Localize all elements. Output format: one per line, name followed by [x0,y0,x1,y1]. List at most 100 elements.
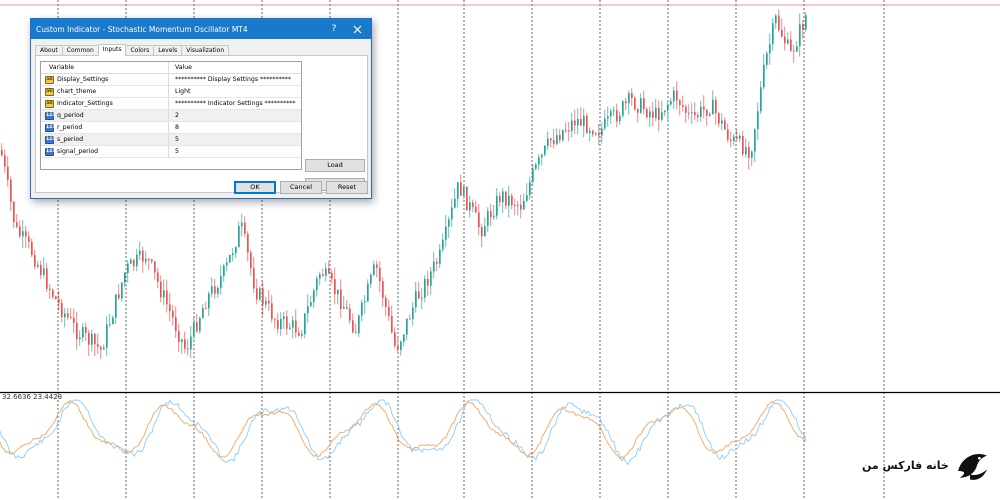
variable-value[interactable]: 8 [169,122,301,133]
bearish-candle [55,296,57,300]
bearish-candle [736,136,738,139]
bullish-candle [607,116,609,119]
bearish-candle [295,320,297,333]
bullish-candle [82,327,84,338]
bullish-candle [217,287,219,294]
brand-name: خانه فارکس من [862,458,949,472]
bearish-candle [271,303,273,320]
bearish-candle [133,259,135,267]
bullish-candle [448,219,450,227]
bullish-candle [337,289,339,295]
bullish-candle [547,138,549,146]
bearish-candle [397,345,399,351]
reset-button[interactable]: Reset [326,181,368,194]
bearish-candle [685,106,687,113]
bearish-candle [460,182,462,196]
bearish-candle [253,268,255,289]
bearish-candle [592,130,594,135]
bullish-candle [280,319,282,330]
bullish-candle [670,101,672,105]
bearish-candle [61,302,63,318]
bullish-candle [661,112,663,120]
bearish-candle [388,306,390,316]
bullish-candle [325,268,327,276]
bullish-candle [769,44,771,54]
help-button[interactable]: ? [324,19,344,39]
bullish-candle [562,130,564,141]
bullish-candle [136,254,138,267]
table-row[interactable]: ab Indicator_Settings ********** Indicat… [41,98,301,110]
bullish-candle [535,164,537,169]
bullish-candle [106,324,108,348]
string-param-icon: ab [45,75,54,84]
bullish-candle [508,195,510,206]
bearish-candle [340,289,342,309]
bearish-candle [586,115,588,134]
variable-name: q_period [57,112,84,119]
bearish-candle [634,98,636,110]
bearish-candle [46,268,48,289]
bearish-candle [730,139,732,141]
variable-value[interactable]: 2 [169,110,301,121]
bullish-candle [421,297,423,299]
table-row[interactable]: ab chart_theme Light [41,86,301,98]
bullish-candle [163,290,165,298]
bearish-candle [490,211,492,218]
bullish-candle [79,337,81,340]
bearish-candle [100,346,102,350]
ok-button[interactable]: OK [234,181,276,194]
bullish-candle [361,302,363,316]
bearish-candle [196,321,198,332]
variable-value[interactable]: ********** Indicator Settings ********** [169,98,301,109]
bearish-candle [205,307,207,309]
bullish-candle [145,258,147,262]
table-row[interactable]: 123 r_period 8 [41,122,301,134]
bearish-candle [472,202,474,207]
column-header-variable[interactable]: Variable [41,62,169,73]
bullish-candle [109,324,111,326]
bullish-candle [523,200,525,210]
bearish-candle [499,196,501,203]
bearish-candle [151,259,153,262]
bearish-candle [418,291,420,299]
bearish-candle [331,273,333,280]
indicator-value-readout: 32.6636 23.4429 [2,393,63,401]
table-row[interactable]: ab Display_Settings ********** Display S… [41,74,301,86]
bearish-candle [505,191,507,206]
bullish-candle [712,99,714,115]
variable-value[interactable]: 5 [169,134,301,145]
bullish-candle [766,53,768,65]
bullish-candle [424,278,426,298]
bearish-candle [352,320,354,333]
bullish-candle [544,145,546,155]
close-icon[interactable] [347,19,367,39]
bearish-candle [154,261,156,273]
column-header-value[interactable]: Value [169,62,301,73]
bullish-candle [358,315,360,334]
bullish-candle [454,198,456,208]
bearish-candle [94,333,96,345]
table-row[interactable]: 123 signal_period 5 [41,146,301,158]
dialog-titlebar[interactable]: Custom Indicator - Stochastic Momentum O… [31,19,371,39]
bullish-candle [442,239,444,250]
bearish-candle [394,332,396,346]
string-param-icon: ab [45,99,54,108]
bullish-candle [610,111,612,117]
inputs-panel: Variable Value ab Display_Settings *****… [35,55,368,193]
bullish-candle [628,93,630,104]
bearish-candle [475,206,477,213]
bullish-candle [220,276,222,288]
cancel-button[interactable]: Cancel [280,181,322,194]
bearish-candle [652,111,654,118]
variable-value[interactable]: 5 [169,146,301,157]
table-row[interactable]: 123 s_period 5 [41,134,301,146]
bullish-candle [433,261,435,272]
load-button[interactable]: Load [305,159,365,172]
tab-inputs[interactable]: Inputs [97,44,127,56]
variable-value[interactable]: Light [169,86,301,97]
table-row[interactable]: 123 q_period 2 [41,110,301,122]
bearish-candle [10,179,12,202]
bullish-candle [739,135,741,139]
bearish-candle [790,39,792,51]
variable-value[interactable]: ********** Display Settings ********** [169,74,301,85]
